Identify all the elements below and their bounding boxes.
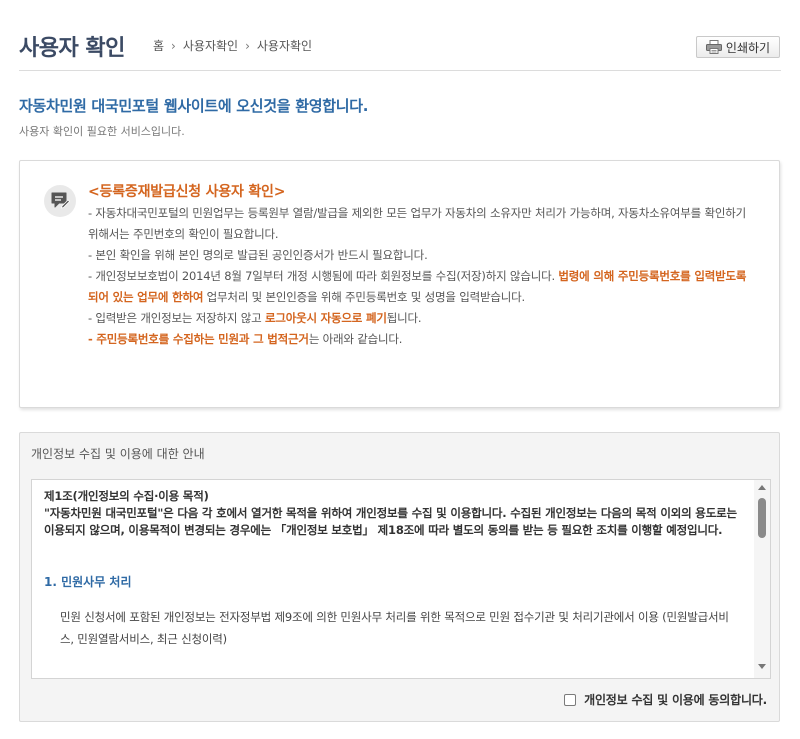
- breadcrumb: 홈 › 사용자확인 › 사용자확인: [153, 37, 312, 54]
- notice-line: - 입력받은 개인정보는 저장하지 않고 로그아웃시 자동으로 폐기됩니다.: [88, 308, 758, 329]
- welcome-subtitle: 사용자 확인이 필요한 서비스입니다.: [19, 125, 185, 138]
- scroll-up-icon[interactable]: [754, 484, 770, 494]
- article-body: "자동차민원 대국민포털"은 다음 각 호에서 열거한 목적을 위하여 개인정보…: [44, 506, 737, 537]
- agree-row: 개인정보 수집 및 이용에 동의합니다.: [564, 691, 767, 708]
- header-divider: [19, 70, 781, 71]
- article-title: 제1조(개인정보의 수집·이용 목적): [44, 489, 209, 503]
- notice-highlight: 로그아웃시 자동으로 폐기: [264, 311, 387, 325]
- notice-panel: <등록증재발급신청 사용자 확인> - 자동차대국민포털의 민원업무는 등록원부…: [19, 160, 780, 408]
- print-button-label: 인쇄하기: [725, 40, 771, 55]
- page-title: 사용자 확인: [19, 36, 125, 61]
- breadcrumb-level-1[interactable]: 사용자확인: [183, 37, 238, 54]
- breadcrumb-level-2: 사용자확인: [256, 39, 313, 53]
- section-title: 1. 민원사무 처리: [44, 575, 132, 589]
- privacy-terms-scrollbox[interactable]: 제1조(개인정보의 수집·이용 목적) "자동차민원 대국민포털"은 다음 각 …: [31, 479, 771, 679]
- notice-body: <등록증재발급신청 사용자 확인> - 자동차대국민포털의 민원업무는 등록원부…: [88, 182, 758, 350]
- notice-icon: [44, 185, 76, 217]
- notice-title: <등록증재발급신청 사용자 확인>: [88, 184, 286, 200]
- notice-line: - 자동차대국민포털의 민원업무는 등록원부 열람/발급을 제외한 모든 업무가…: [88, 206, 747, 241]
- notice-text: 됩니다.: [386, 311, 422, 325]
- welcome-title: 자동차민원 대국민포털 웹사이트에 오신것을 환영합니다.: [19, 97, 369, 115]
- scrollbar[interactable]: [754, 480, 770, 678]
- notice-line: - 개인정보보호법이 2014년 8월 7일부터 개정 시행됨에 따라 회원정보…: [88, 266, 758, 308]
- print-button[interactable]: 인쇄하기: [696, 36, 780, 58]
- notice-text: 업무처리 및 본인인증을 위해 주민등록번호 및 성명을 입력받습니다.: [203, 290, 525, 304]
- privacy-panel: 개인정보 수집 및 이용에 대한 안내 제1조(개인정보의 수집·이용 목적) …: [19, 432, 780, 722]
- notice-text: - 입력받은 개인정보는 저장하지 않고: [88, 311, 265, 325]
- notice-highlight: - 주민등록번호를 수집하는 민원과 그 법적근거: [88, 332, 309, 346]
- notice-line: - 주민등록번호를 수집하는 민원과 그 법적근거는 아래와 같습니다.: [88, 329, 758, 350]
- notice-text: 는 아래와 같습니다.: [308, 332, 403, 346]
- notice-line: - 본인 확인을 위해 본인 명의로 발급된 공인인증서가 반드시 필요합니다.: [88, 248, 428, 262]
- notice-text: - 개인정보보호법이 2014년 8월 7일부터 개정 시행됨에 따라 회원정보…: [88, 269, 559, 283]
- scroll-thumb[interactable]: [758, 498, 766, 538]
- privacy-article: 제1조(개인정보의 수집·이용 목적) "자동차민원 대국민포털"은 다음 각 …: [44, 488, 744, 539]
- agree-label[interactable]: 개인정보 수집 및 이용에 동의합니다.: [584, 691, 767, 708]
- page-header: 사용자 확인 홈 › 사용자확인 › 사용자확인 인쇄하기: [0, 0, 800, 72]
- breadcrumb-home[interactable]: 홈: [153, 37, 164, 54]
- privacy-label: 개인정보 수집 및 이용에 대한 안내: [31, 447, 205, 461]
- agree-checkbox[interactable]: [564, 693, 577, 706]
- section-body: 민원 신청서에 포함된 개인정보는 전자정부법 제9조에 의한 민원사무 처리를…: [60, 610, 729, 646]
- chevron-right-icon: ›: [171, 38, 176, 53]
- chevron-right-icon: ›: [245, 38, 250, 53]
- scroll-down-icon[interactable]: [754, 664, 770, 674]
- printer-icon: [705, 40, 722, 54]
